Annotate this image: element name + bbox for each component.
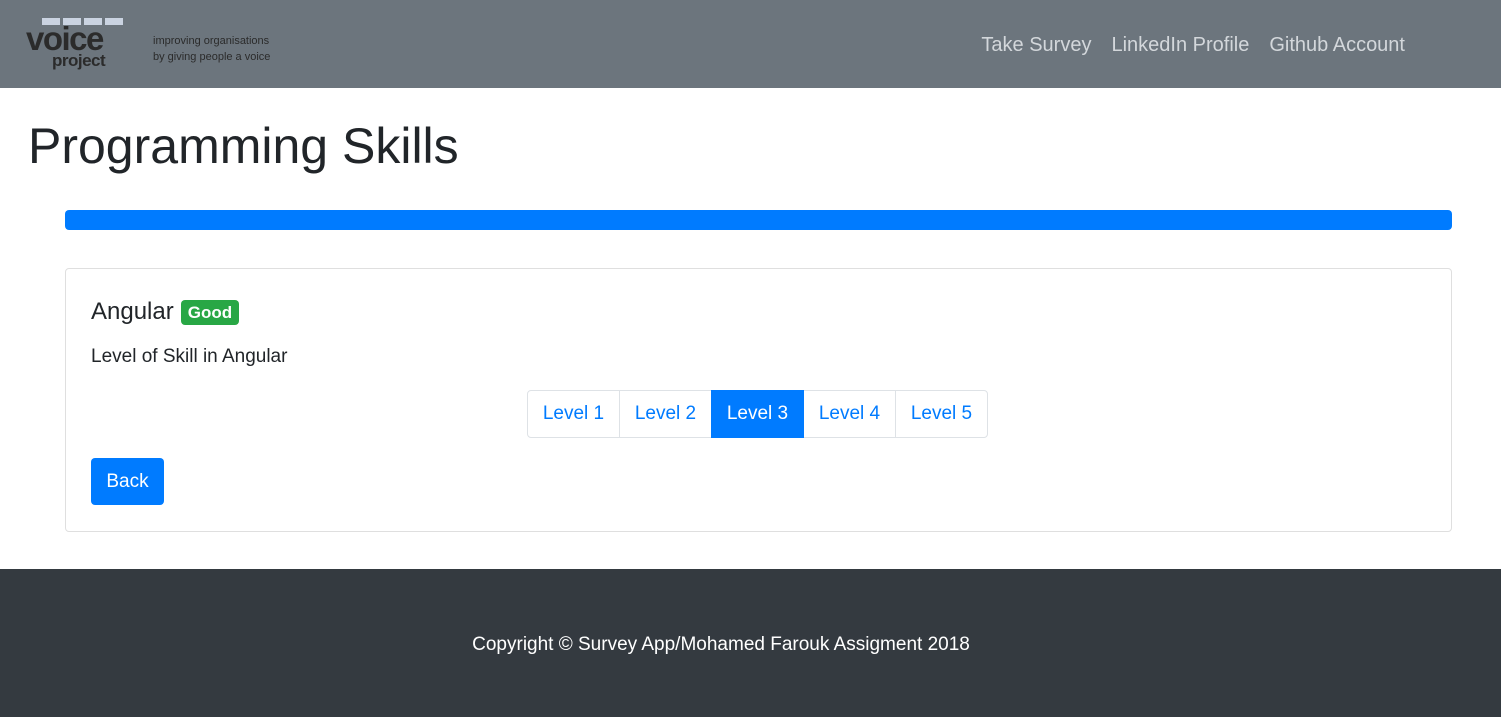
level-1-button[interactable]: Level 1 bbox=[527, 390, 620, 438]
nav-links: Take Survey LinkedIn Profile Github Acco… bbox=[981, 32, 1405, 58]
nav-link-github-account[interactable]: Github Account bbox=[1269, 32, 1405, 58]
nav-link-linkedin-profile[interactable]: LinkedIn Profile bbox=[1111, 32, 1249, 58]
back-button[interactable]: Back bbox=[91, 458, 164, 505]
level-selector: Level 1 Level 2 Level 3 Level 4 Level 5 bbox=[527, 390, 988, 438]
progress-fill bbox=[65, 210, 1452, 230]
nav-link-take-survey[interactable]: Take Survey bbox=[981, 32, 1091, 58]
logo-word-project: project bbox=[52, 51, 106, 70]
logo-tagline-line2: by giving people a voice bbox=[153, 51, 271, 63]
logo-tagline-line1: improving organisations bbox=[153, 35, 270, 47]
logo-tagline: improving organisations by giving people… bbox=[153, 33, 270, 65]
level-2-button[interactable]: Level 2 bbox=[619, 390, 712, 438]
footer: Copyright © Survey App/Mohamed Farouk As… bbox=[0, 569, 1501, 717]
question-heading: Angular Good bbox=[91, 297, 240, 327]
page-title: Programming Skills bbox=[28, 118, 459, 174]
footer-copyright: Copyright © Survey App/Mohamed Farouk As… bbox=[472, 634, 970, 655]
question-text: Level of Skill in Angular bbox=[91, 346, 288, 367]
level-4-button[interactable]: Level 4 bbox=[803, 390, 896, 438]
survey-progress-bar bbox=[65, 210, 1452, 230]
brand-logo[interactable]: voice project improving organisations by… bbox=[26, 16, 276, 74]
level-3-button[interactable]: Level 3 bbox=[711, 390, 804, 438]
navbar: voice project improving organisations by… bbox=[0, 0, 1501, 88]
skill-rating-badge: Good bbox=[180, 299, 240, 325]
skill-name: Angular bbox=[91, 298, 174, 325]
question-card: Angular Good Level of Skill in Angular L… bbox=[65, 268, 1452, 532]
level-5-button[interactable]: Level 5 bbox=[895, 390, 988, 438]
